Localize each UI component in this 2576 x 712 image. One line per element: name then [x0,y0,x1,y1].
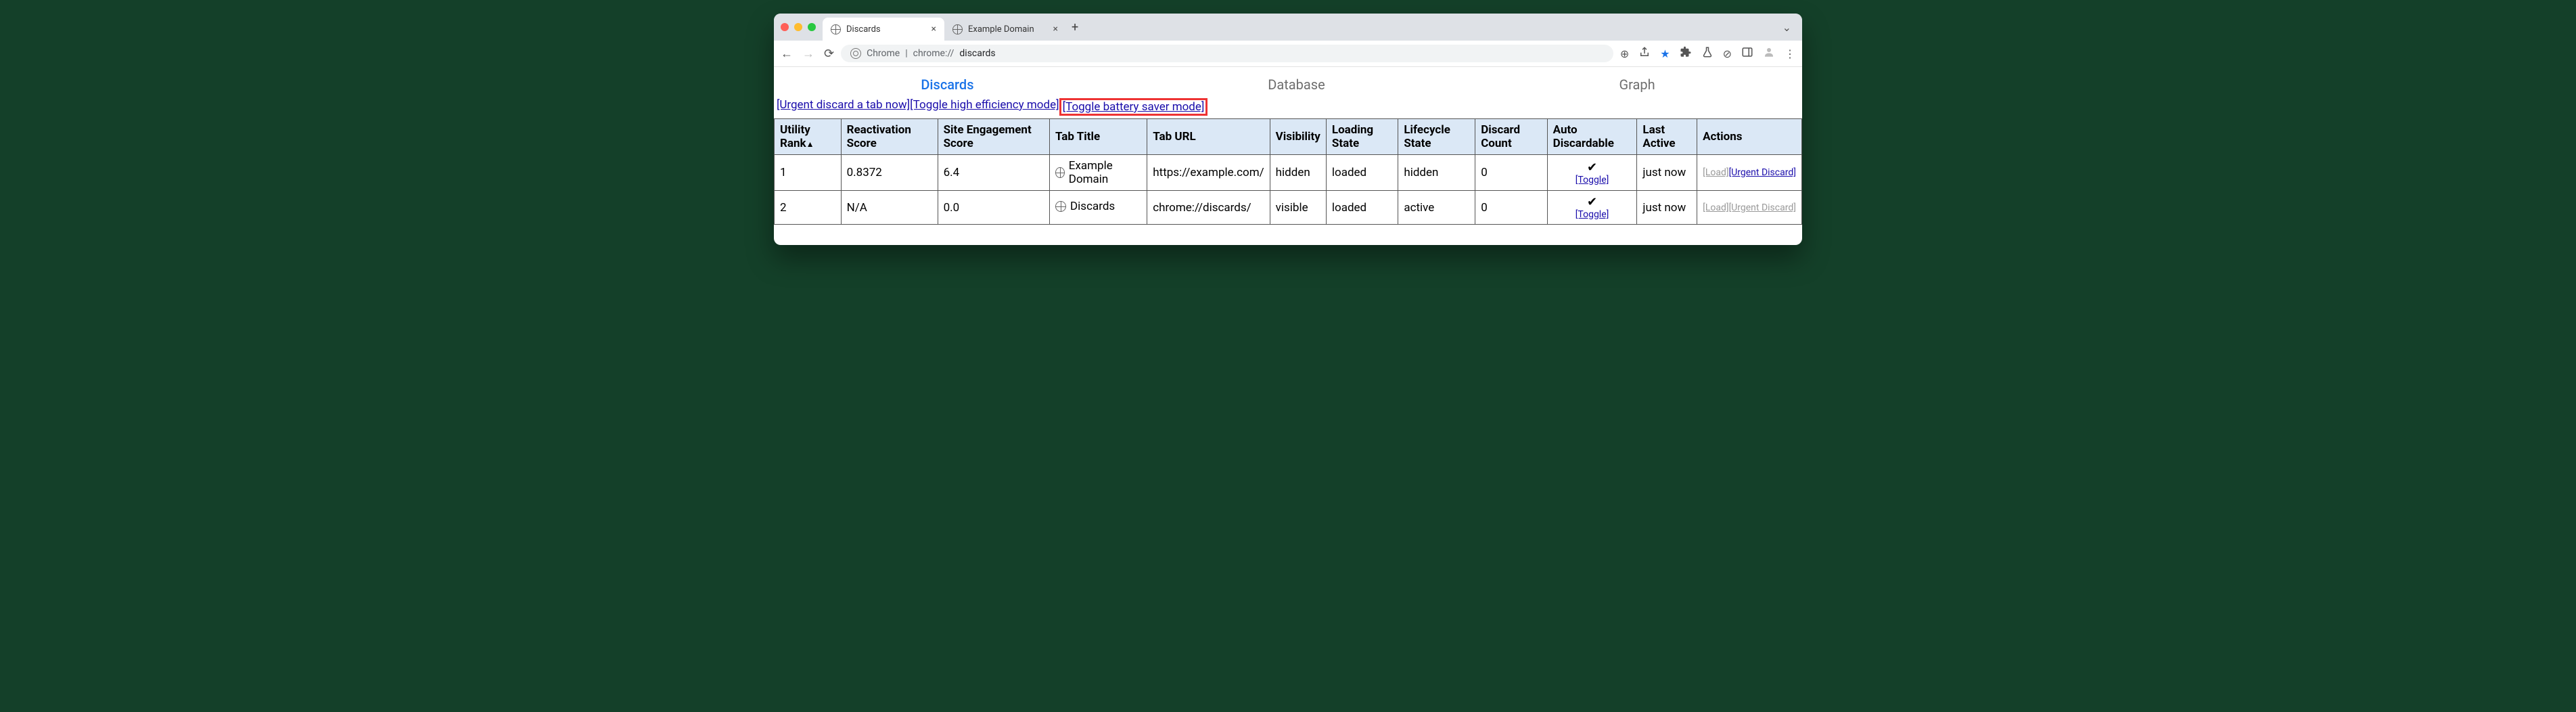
cell-visibility: hidden [1270,155,1326,191]
cell-loading: loaded [1326,191,1398,225]
new-tab-button[interactable]: + [1072,20,1078,35]
close-tab-icon[interactable]: × [1053,24,1058,35]
cell-visibility: visible [1270,191,1326,225]
chrome-icon [850,48,861,59]
col-utility-rank[interactable]: Utility Rank▲ [775,119,842,155]
cell-engage: 0.0 [938,191,1049,225]
tab-graph[interactable]: Graph [1619,76,1655,93]
profile-icon[interactable] [1763,46,1775,61]
table-row: 1 0.8372 6.4 Example Domain https://exam… [775,155,1802,191]
share-icon[interactable] [1638,46,1651,61]
browser-window: Discards × Example Domain × + ⌄ ← → ⟳ Ch… [774,14,1802,245]
cell-react: N/A [841,191,938,225]
page-content: Discards Database Graph [Urgent discard … [774,67,1802,245]
minimize-window-button[interactable] [794,23,802,31]
cell-lifecycle: active [1398,191,1475,225]
close-tab-icon[interactable]: × [932,24,936,35]
chevron-down-icon[interactable]: ⌄ [1782,21,1791,34]
cell-discard-count: 0 [1475,155,1547,191]
sidepanel-icon[interactable] [1741,46,1753,61]
check-icon: ✔ [1587,160,1597,175]
omnibox-sep: | [905,48,907,59]
cell-rank: 2 [775,191,842,225]
cell-url: https://example.com/ [1147,155,1270,191]
titlebar: Discards × Example Domain × + ⌄ [774,14,1802,41]
browser-tab-discards[interactable]: Discards × [823,18,944,41]
cell-discard-count: 0 [1475,191,1547,225]
tab-strip: Discards × Example Domain × + [823,14,1782,41]
cell-title: Example Domain [1050,155,1147,191]
cell-actions: [Load][Urgent Discard] [1697,155,1802,191]
globe-icon [1055,201,1066,212]
urgent-discard-action[interactable]: [Urgent Discard] [1729,167,1796,178]
toggle-auto-link[interactable]: [Toggle] [1553,175,1632,185]
cell-lifecycle: hidden [1398,155,1475,191]
star-icon[interactable]: ★ [1660,47,1670,60]
col-discard-count[interactable]: Discard Count [1475,119,1547,155]
col-engagement[interactable]: Site Engagement Score [938,119,1049,155]
tab-database[interactable]: Database [1268,76,1325,93]
cell-rank: 1 [775,155,842,191]
globe-icon [952,24,963,35]
table-header-row: Utility Rank▲ Reactivation Score Site En… [775,119,1802,155]
load-action-disabled: [Load] [1703,167,1728,178]
col-actions[interactable]: Actions [1697,119,1802,155]
col-last-active[interactable]: Last Active [1637,119,1697,155]
cell-url: chrome://discards/ [1147,191,1270,225]
traffic-lights [781,23,816,31]
col-tab-url[interactable]: Tab URL [1147,119,1270,155]
globe-icon [1055,167,1065,178]
forward-button[interactable]: → [802,47,814,61]
col-auto-discardable[interactable]: Auto Discardable [1547,119,1637,155]
menu-icon[interactable]: ⋮ [1785,47,1795,60]
omnibox-prefix: Chrome [867,48,900,59]
back-button[interactable]: ← [781,47,793,61]
cell-auto: ✔[Toggle] [1547,191,1637,225]
address-bar-row: ← → ⟳ Chrome | chrome:// discards ⊕ ★ ⊘ [774,41,1802,67]
cell-title: Discards [1050,191,1147,225]
load-action-disabled: [Load] [1703,202,1728,213]
col-reactivation[interactable]: Reactivation Score [841,119,938,155]
col-loading-state[interactable]: Loading State [1326,119,1398,155]
globe-icon [831,24,841,35]
tab-title: Example Domain [968,24,1034,35]
omnibox-path: discards [959,48,995,59]
cell-react: 0.8372 [841,155,938,191]
page-tabs: Discards Database Graph [774,71,1802,98]
cell-last-active: just now [1637,155,1697,191]
cell-engage: 6.4 [938,155,1049,191]
col-lifecycle-state[interactable]: Lifecycle State [1398,119,1475,155]
cell-actions: [Load][Urgent Discard] [1697,191,1802,225]
highlight-box: [Toggle battery saver mode] [1059,98,1208,116]
col-visibility[interactable]: Visibility [1270,119,1326,155]
urgent-discard-link[interactable]: [Urgent discard a tab now] [777,98,910,116]
cell-loading: loaded [1326,155,1398,191]
toggle-high-efficiency-link[interactable]: [Toggle high efficiency mode] [910,98,1059,116]
omnibox-scheme: chrome:// [913,48,954,59]
cell-last-active: just now [1637,191,1697,225]
tab-title: Discards [846,24,881,35]
nav-buttons: ← → ⟳ [781,47,834,61]
cell-auto: ✔[Toggle] [1547,155,1637,191]
toggle-auto-link[interactable]: [Toggle] [1553,209,1632,220]
check-icon: ✔ [1587,195,1597,209]
maximize-window-button[interactable] [808,23,816,31]
discards-table: Utility Rank▲ Reactivation Score Site En… [774,118,1802,225]
close-window-button[interactable] [781,23,789,31]
extensions-icon[interactable] [1680,46,1692,61]
sort-asc-icon: ▲ [806,139,814,149]
omnibox[interactable]: Chrome | chrome:// discards [841,45,1613,62]
tab-discards[interactable]: Discards [921,76,973,93]
update-icon[interactable]: ⊘ [1723,47,1732,60]
toolbar-right: ⊕ ★ ⊘ ⋮ [1620,46,1795,61]
zoom-icon[interactable]: ⊕ [1620,47,1629,60]
browser-tab-example[interactable]: Example Domain × [944,18,1066,41]
toggle-battery-saver-link[interactable]: [Toggle battery saver mode] [1063,100,1205,114]
labs-icon[interactable] [1701,46,1714,61]
col-tab-title[interactable]: Tab Title [1050,119,1147,155]
urgent-discard-action-disabled: [Urgent Discard] [1729,202,1796,213]
top-actions: [Urgent discard a tab now][Toggle high e… [774,98,1802,116]
reload-button[interactable]: ⟳ [824,47,834,61]
table-row: 2 N/A 0.0 Discards chrome://discards/ vi… [775,191,1802,225]
